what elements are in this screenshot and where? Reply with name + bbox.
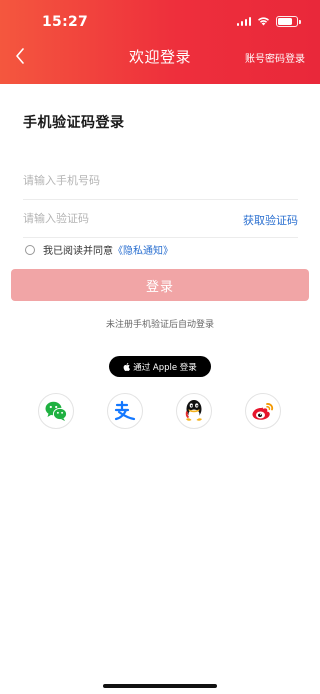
auto-login-hint: 未注册手机验证后自动登录 [105, 320, 214, 330]
code-field-row: 获取验证码 [23, 200, 298, 238]
wechat-icon [45, 401, 68, 421]
agree-checkbox[interactable] [25, 244, 35, 255]
home-indicator [103, 684, 217, 688]
status-icons [236, 15, 301, 27]
alipay-login-button[interactable] [107, 393, 143, 429]
qq-icon [185, 400, 202, 421]
weibo-login-button[interactable] [245, 393, 281, 429]
agree-text: 我已阅读并同意 [43, 246, 113, 257]
code-input[interactable] [23, 212, 223, 225]
status-time: 15:27 [42, 14, 89, 30]
apple-login-button[interactable]: 通过 Apple 登录 [109, 356, 211, 377]
weibo-icon [252, 403, 274, 420]
privacy-link[interactable]: 《隐私通知》 [113, 242, 173, 257]
password-login-link[interactable]: 账号密码登录 [245, 50, 305, 65]
header-bar: 15:27 欢迎登录 账号密码登录 [0, 0, 320, 84]
signal-icon [236, 16, 251, 26]
apple-login-label: 通过 Apple 登录 [133, 362, 197, 373]
form-title: 手机验证码登录 [23, 115, 125, 131]
login-button[interactable]: 登录 [11, 269, 309, 301]
wifi-icon [258, 17, 269, 26]
wechat-login-button[interactable] [38, 393, 74, 429]
phone-input[interactable] [23, 174, 298, 187]
alipay-icon [114, 400, 136, 421]
qq-login-button[interactable] [176, 393, 212, 429]
apple-icon [123, 362, 131, 371]
phone-field-row [23, 162, 298, 200]
get-code-button[interactable]: 获取验证码 [243, 212, 298, 228]
battery-icon [276, 15, 301, 27]
agreement-row: 我已阅读并同意 《隐私通知》 [25, 242, 173, 257]
